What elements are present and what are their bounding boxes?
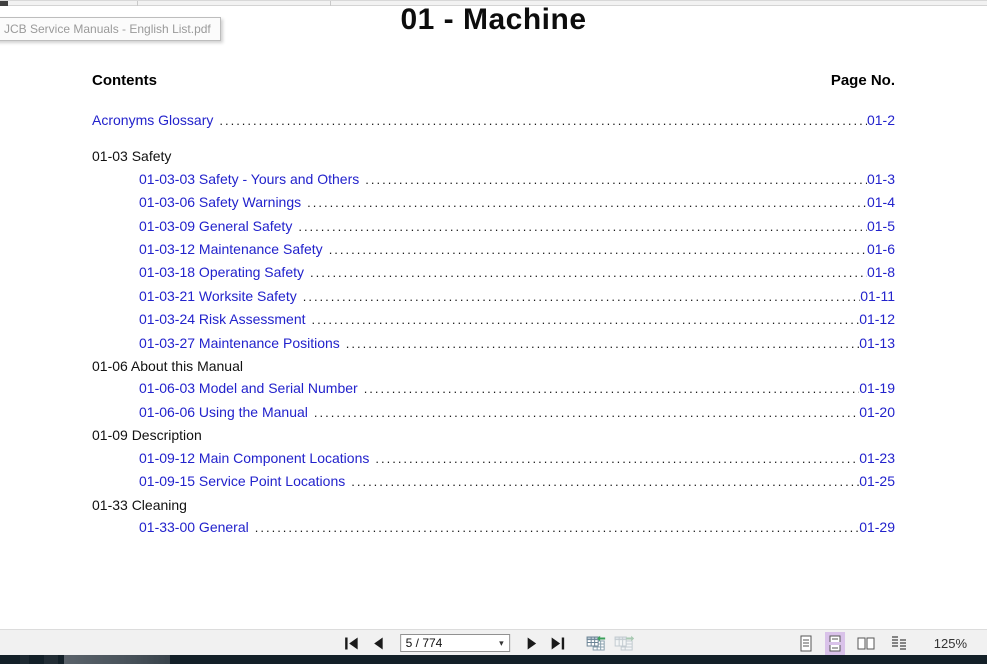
table-of-contents: Contents Page No. Acronyms Glossary.....…: [92, 72, 895, 539]
toc-page-number[interactable]: 01-2: [867, 109, 895, 131]
toc-page-number[interactable]: 01-29: [859, 516, 895, 538]
toc-section-heading: 01-33 Cleaning: [92, 494, 895, 516]
toc-entry: 01-03-09 General Safety.................…: [92, 215, 895, 238]
previous-view-icon[interactable]: [586, 633, 606, 653]
toc-entry-link[interactable]: 01-03-03 Safety - Yours and Others: [92, 168, 359, 190]
toc-entry-link[interactable]: 01-03-09 General Safety: [92, 215, 292, 237]
page-number-combobox[interactable]: 5 / 774 ▾: [399, 634, 510, 652]
toc-entry: 01-03-21 Worksite Safety................…: [92, 285, 895, 308]
continuous-layout-icon[interactable]: [824, 631, 845, 655]
taskbar-segment: [44, 655, 58, 664]
toc-entry: 01-03-03 Safety - Yours and Others......…: [92, 168, 895, 191]
pdf-viewer-toolbar: 5 / 774 ▾ 125%: [0, 629, 987, 655]
toc-page-number[interactable]: 01-25: [859, 470, 895, 492]
toc-entry: 01-06-06 Using the Manual...............…: [92, 401, 895, 424]
dot-leader: ........................................…: [375, 450, 859, 466]
taskbar-segment: [64, 655, 170, 664]
toc-section-heading: 01-03 Safety: [92, 145, 895, 167]
dot-leader: ........................................…: [219, 113, 867, 128]
page-navigation: 5 / 774 ▾: [342, 630, 634, 656]
toc-page-number[interactable]: 01-19: [859, 377, 895, 399]
dot-leader: ........................................…: [351, 474, 859, 490]
dot-leader: ........................................…: [363, 381, 860, 397]
toc-entry-link[interactable]: 01-06-06 Using the Manual: [92, 401, 308, 423]
page-layout-controls: 125%: [796, 630, 967, 656]
toc-page-number[interactable]: 01-11: [860, 285, 895, 307]
page-title: 01 - Machine: [400, 3, 587, 36]
toc-page-number[interactable]: 01-13: [859, 332, 895, 354]
next-view-icon[interactable]: [614, 633, 634, 653]
toc-entry: 01-03-18 Operating Safety...............…: [92, 261, 895, 284]
toc-entry: 01-06-03 Model and Serial Number........…: [92, 377, 895, 400]
toc-entry-link[interactable]: 01-03-27 Maintenance Positions: [92, 332, 340, 354]
toc-page-number[interactable]: 01-20: [859, 401, 895, 423]
toc-page-number[interactable]: 01-8: [867, 261, 895, 283]
toc-entry-link[interactable]: 01-03-18 Operating Safety: [92, 261, 304, 283]
toc-section-heading: 01-06 About this Manual: [92, 355, 895, 377]
toc-section-heading: 01-09 Description: [92, 424, 895, 446]
toc-entry-link[interactable]: 01-06-03 Model and Serial Number: [92, 377, 358, 399]
taskbar-segment: [20, 655, 29, 664]
continuous-facing-layout-icon[interactable]: [887, 632, 911, 655]
next-page-icon[interactable]: [522, 633, 542, 653]
toc-page-number[interactable]: 01-4: [867, 191, 895, 213]
dot-leader: ........................................…: [311, 312, 860, 328]
toc-entry: 01-33-00 General........................…: [92, 516, 895, 539]
first-page-icon[interactable]: [342, 633, 362, 653]
taskbar-sliver: [0, 655, 987, 664]
toc-page-number[interactable]: 01-12: [859, 308, 895, 330]
toc-section-label: 01-33 Cleaning: [92, 496, 187, 513]
last-page-icon[interactable]: [548, 633, 568, 653]
toc-entry-link[interactable]: 01-03-12 Maintenance Safety: [92, 238, 323, 260]
page-no-heading: Page No.: [830, 72, 895, 89]
toc-entry-link[interactable]: 01-09-12 Main Component Locations: [92, 447, 369, 469]
toc-section-label: 01-06 About this Manual: [92, 358, 243, 375]
dot-leader: ........................................…: [310, 265, 867, 281]
dot-leader: ........................................…: [298, 218, 867, 234]
dot-leader: ........................................…: [254, 519, 859, 535]
toc-page-number[interactable]: 01-3: [867, 168, 895, 190]
zoom-level[interactable]: 125%: [934, 636, 967, 651]
toc-entry-link[interactable]: 01-03-24 Risk Assessment: [92, 308, 306, 330]
toc-entry-link[interactable]: 01-03-21 Worksite Safety: [92, 285, 297, 307]
toc-page-number[interactable]: 01-6: [867, 238, 895, 260]
toc-entry: 01-03-24 Risk Assessment................…: [92, 308, 895, 331]
toc-entry: 01-03-12 Maintenance Safety.............…: [92, 238, 895, 261]
dot-leader: ........................................…: [345, 335, 860, 351]
toc-entry: 01-03-06 Safety Warnings................…: [92, 191, 895, 214]
toc-entry-link[interactable]: Acronyms Glossary: [92, 109, 213, 131]
toc-entry: Acronyms Glossary.......................…: [92, 109, 895, 132]
contents-heading: Contents: [92, 72, 157, 89]
toc-entry-link[interactable]: 01-03-06 Safety Warnings: [92, 191, 301, 213]
dot-leader: ........................................…: [307, 195, 867, 211]
toc-section-label: 01-09 Description: [92, 427, 202, 444]
toc-entry-link[interactable]: 01-33-00 General: [92, 516, 249, 538]
dot-leader: ........................................…: [328, 242, 867, 258]
dot-leader: ........................................…: [302, 288, 861, 304]
dot-leader: ........................................…: [313, 404, 859, 420]
toc-entry: 01-09-12 Main Component Locations.......…: [92, 447, 895, 470]
toc-rows: Acronyms Glossary.......................…: [92, 109, 895, 539]
toc-entry: 01-09-15 Service Point Locations........…: [92, 470, 895, 493]
facing-pages-layout-icon[interactable]: [854, 632, 878, 655]
single-page-layout-icon[interactable]: [796, 632, 816, 655]
page-number-value[interactable]: 5 / 774: [406, 636, 499, 650]
previous-page-icon[interactable]: [368, 633, 388, 653]
toc-page-number[interactable]: 01-23: [859, 447, 895, 469]
dot-leader: ........................................…: [365, 171, 867, 187]
toc-page-number[interactable]: 01-5: [867, 215, 895, 237]
chevron-down-icon[interactable]: ▾: [499, 638, 504, 649]
toc-entry: 01-03-27 Maintenance Positions..........…: [92, 332, 895, 355]
toc-entry-link[interactable]: 01-09-15 Service Point Locations: [92, 470, 345, 492]
toc-section-label: 01-03 Safety: [92, 148, 172, 165]
